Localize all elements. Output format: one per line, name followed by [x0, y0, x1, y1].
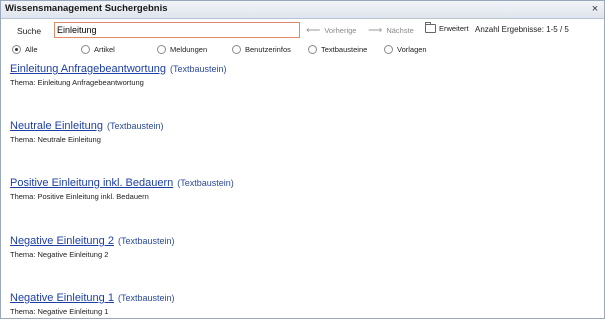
- filter-radio-group: Alle Artikel Meldungen Benutzerinfos Tex…: [12, 45, 604, 57]
- search-toolbar: Suche ⟵ Vorherige ⟶ Nächste Erweitert An…: [1, 21, 604, 41]
- filter-label: Artikel: [94, 45, 115, 54]
- extended-label: Erweitert: [439, 24, 469, 33]
- filter-label: Alle: [25, 45, 38, 54]
- filter-alle[interactable]: Alle: [12, 45, 38, 54]
- radio-icon: [81, 45, 90, 54]
- result-kind: (Textbaustein): [169, 64, 227, 74]
- search-input[interactable]: [54, 22, 300, 38]
- radio-icon: [384, 45, 393, 54]
- radio-icon: [157, 45, 166, 54]
- filter-label: Meldungen: [170, 45, 208, 54]
- radio-icon: [232, 45, 241, 54]
- filter-benutzerinfos[interactable]: Benutzerinfos: [232, 45, 291, 54]
- search-label: Suche: [17, 26, 42, 36]
- previous-label: Vorherige: [324, 26, 357, 35]
- result-title-link[interactable]: Neutrale Einleitung: [10, 120, 103, 132]
- filter-label: Vorlagen: [397, 45, 427, 54]
- list-item: Einleitung Anfragebeantwortung (Textbaust…: [10, 59, 226, 87]
- radio-selected-icon: [12, 45, 21, 54]
- list-item: Neutrale Einleitung (Textbaustein) Thema:…: [10, 116, 163, 144]
- arrow-left-icon: ⟵: [306, 25, 321, 36]
- folder-icon: [425, 22, 436, 33]
- list-item: Negative Einleitung 2 (Textbaustein) Them…: [10, 231, 175, 259]
- result-title-link[interactable]: Positive Einleitung inkl. Bedauern: [10, 177, 173, 189]
- next-button[interactable]: ⟶ Nächste: [368, 25, 414, 36]
- extended-search-button[interactable]: Erweitert: [425, 22, 469, 33]
- result-thema: Thema: Positive Einleitung inkl. Bedauer…: [10, 192, 149, 201]
- arrow-right-icon: ⟶: [368, 25, 383, 36]
- result-thema: Thema: Einleitung Anfragebeantwortung: [10, 78, 144, 87]
- result-thema: Thema: Negative Einleitung 1: [10, 307, 109, 316]
- list-item: Negative Einleitung 1 (Textbaustein) Them…: [10, 288, 175, 316]
- filter-label: Benutzerinfos: [245, 45, 291, 54]
- result-title-link[interactable]: Negative Einleitung 1: [10, 292, 114, 304]
- result-thema: Thema: Negative Einleitung 2: [10, 250, 109, 259]
- result-kind: (Textbaustein): [177, 178, 234, 188]
- close-icon[interactable]: ×: [589, 3, 601, 15]
- filter-meldungen[interactable]: Meldungen: [157, 45, 207, 54]
- result-count: Anzahl Ergebnisse: 1-5 / 5: [475, 25, 569, 34]
- result-kind: (Textbaustein): [117, 236, 175, 246]
- search-results-window: Wissensmanagement Suchergebnis × Suche ⟵…: [0, 0, 605, 319]
- next-label: Nächste: [386, 26, 414, 35]
- filter-label: Textbausteine: [321, 45, 368, 54]
- list-item: Positive Einleitung inkl. Bedauern (Textb…: [10, 173, 234, 201]
- title-bar: Wissensmanagement Suchergebnis ×: [1, 1, 604, 19]
- filter-vorlagen[interactable]: Vorlagen: [384, 45, 427, 54]
- result-kind: (Textbaustein): [106, 121, 164, 131]
- result-thema: Thema: Neutrale Einleitung: [10, 135, 101, 144]
- window-title: Wissensmanagement Suchergebnis: [5, 3, 168, 14]
- previous-button[interactable]: ⟵ Vorherige: [306, 25, 356, 36]
- filter-artikel[interactable]: Artikel: [81, 45, 115, 54]
- result-title-link[interactable]: Negative Einleitung 2: [10, 235, 114, 247]
- result-kind: (Textbaustein): [117, 293, 175, 303]
- radio-icon: [308, 45, 317, 54]
- result-title-link[interactable]: Einleitung Anfragebeantwortung: [10, 63, 166, 75]
- filter-textbausteine[interactable]: Textbausteine: [308, 45, 367, 54]
